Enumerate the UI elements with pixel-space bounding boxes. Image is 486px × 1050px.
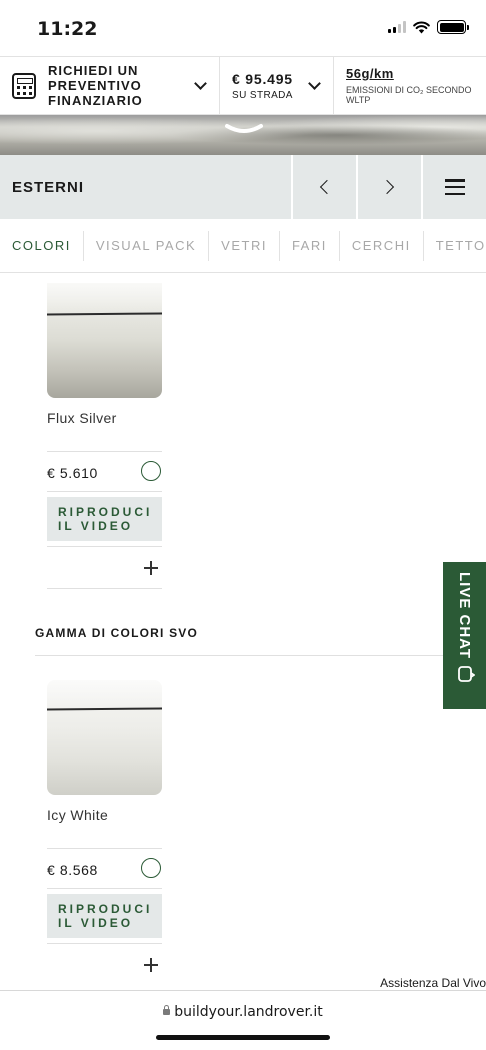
emissions-subtitle-2: WLTP <box>346 95 371 105</box>
browser-bottom-bar: buildyour.landrover.it <box>0 990 486 1050</box>
vehicle-image-strip[interactable] <box>0 115 486 155</box>
status-bar: 11:22 <box>0 0 486 56</box>
tab-tetto[interactable]: TETTO <box>424 231 486 261</box>
home-indicator[interactable] <box>156 1035 330 1040</box>
play-video-button[interactable]: RIPRODUCI IL VIDEO <box>47 497 162 541</box>
plus-icon[interactable] <box>144 561 158 575</box>
finance-quote-label: RICHIEDI UN PREVENTIVO FINANZIARIO <box>48 63 143 108</box>
section-nav: ESTERNI <box>0 155 486 219</box>
hamburger-icon <box>444 179 465 195</box>
section-title: ESTERNI <box>12 178 85 196</box>
battery-icon <box>437 20 469 34</box>
chat-bubble-icon <box>457 666 475 682</box>
status-icons <box>388 20 469 34</box>
color-name: Flux Silver <box>47 410 117 426</box>
divider <box>47 546 162 547</box>
color-name: Icy White <box>47 807 109 823</box>
price-dropdown[interactable]: € 95.495 SU STRADA <box>220 57 334 114</box>
price-subtitle: SU STRADA <box>232 90 293 101</box>
divider <box>47 451 162 452</box>
divider <box>47 848 162 849</box>
plus-icon[interactable] <box>144 958 158 972</box>
url-bar[interactable]: buildyour.landrover.it <box>0 1004 486 1020</box>
divider <box>47 491 162 492</box>
emissions-info[interactable]: 56g/km EMISSIONI DI CO₂ SECONDO WLTP <box>334 57 486 114</box>
lock-icon <box>163 1005 171 1015</box>
chevron-right-icon <box>379 179 395 195</box>
color-price: € 5.610 <box>47 465 98 481</box>
group-title: GAMMA DI COLORI SVO <box>35 626 199 640</box>
emissions-subtitle: EMISSIONI DI CO₂ SECONDO <box>346 85 472 95</box>
divider <box>47 588 162 589</box>
group-divider <box>35 655 455 656</box>
tab-colori[interactable]: COLORI <box>0 230 84 261</box>
color-swatch-flux-silver[interactable] <box>47 283 162 398</box>
menu-button[interactable] <box>421 155 486 219</box>
color-price: € 8.568 <box>47 862 98 878</box>
color-swatch-icy-white[interactable] <box>47 680 162 795</box>
select-color-radio[interactable] <box>141 461 161 481</box>
chevron-down-icon <box>194 77 207 90</box>
play-video-button[interactable]: RIPRODUCI IL VIDEO <box>47 894 162 938</box>
tab-cerchi[interactable]: CERCHI <box>340 230 424 261</box>
chevron-left-icon <box>319 179 335 195</box>
status-time: 11:22 <box>37 18 98 40</box>
next-section-button[interactable] <box>356 155 421 219</box>
select-color-radio[interactable] <box>141 858 161 878</box>
signal-icon <box>388 21 406 33</box>
previous-section-button[interactable] <box>291 155 356 219</box>
divider <box>47 888 162 889</box>
live-assistance-link[interactable]: Assistenza Dal Vivo <box>380 976 486 990</box>
finance-quote-button[interactable]: RICHIEDI UN PREVENTIVO FINANZIARIO <box>0 57 220 114</box>
live-chat-button[interactable]: LIVE CHAT <box>443 562 486 709</box>
calculator-icon <box>12 72 36 99</box>
option-tabs: COLORI VISUAL PACK VETRI FARI CERCHI TET… <box>0 219 486 273</box>
url-text: buildyour.landrover.it <box>174 1004 323 1020</box>
wifi-icon <box>413 21 430 33</box>
divider <box>47 943 162 944</box>
live-chat-label: LIVE CHAT <box>456 572 473 660</box>
tab-vetri[interactable]: VETRI <box>209 230 280 261</box>
emissions-value: 56g/km <box>346 66 394 81</box>
tab-fari[interactable]: FARI <box>280 230 340 261</box>
finance-bar: RICHIEDI UN PREVENTIVO FINANZIARIO € 95.… <box>0 56 486 115</box>
tab-visual-pack[interactable]: VISUAL PACK <box>84 230 210 261</box>
expand-chevron-icon[interactable] <box>225 123 263 137</box>
